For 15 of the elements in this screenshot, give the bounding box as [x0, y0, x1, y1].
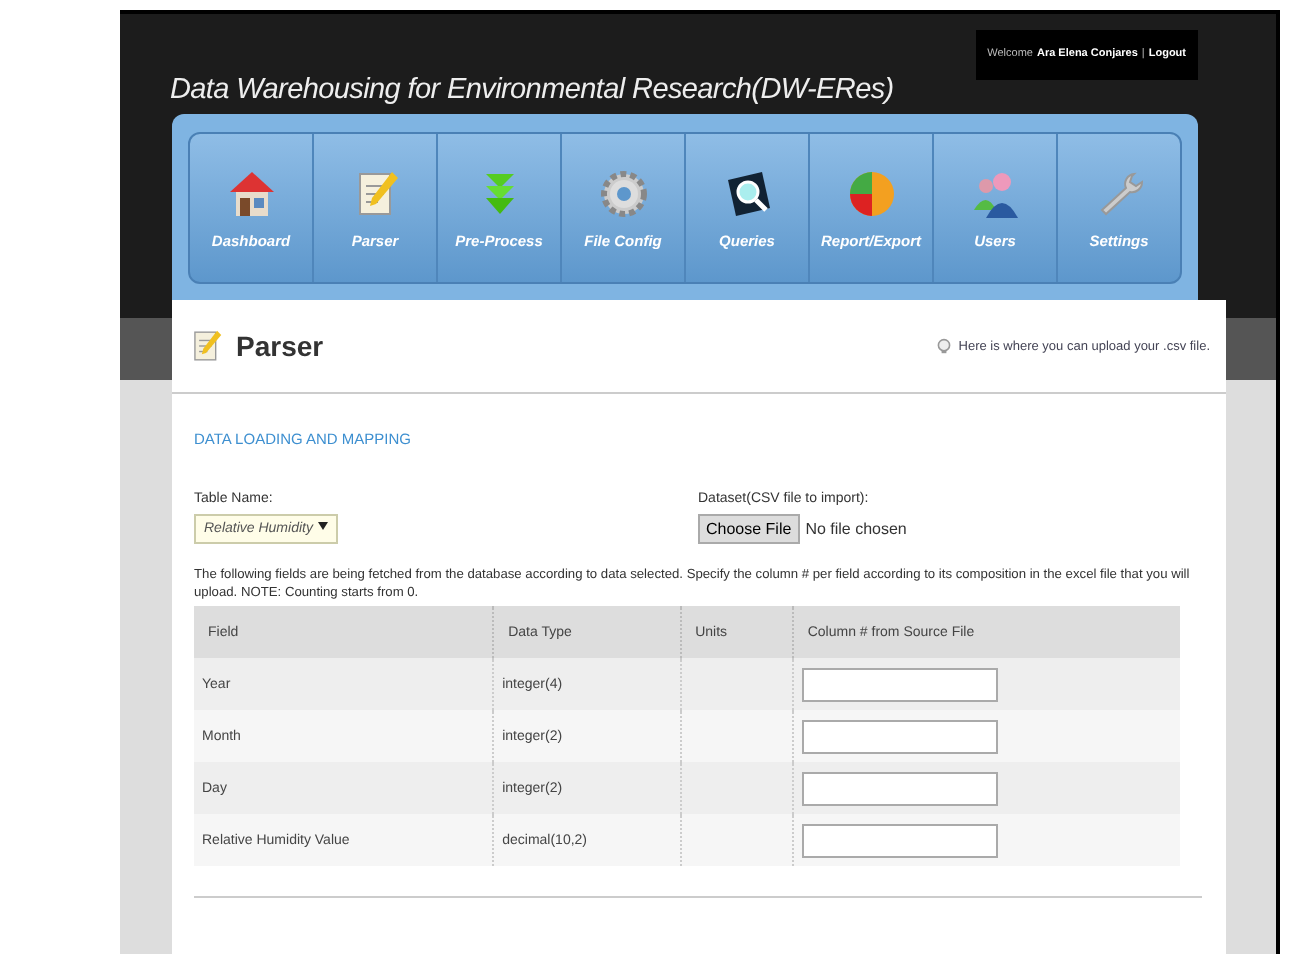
caret-icon — [318, 522, 328, 530]
bulb-icon — [936, 338, 953, 354]
site-title: Data Warehousing for Environmental Research(DW-ERes) — [170, 74, 894, 106]
gear-icon — [597, 167, 649, 219]
file-status: No file chosen — [805, 520, 907, 538]
choose-file-button[interactable]: Choose File — [698, 514, 800, 544]
column-input[interactable] — [801, 667, 998, 702]
column-input[interactable] — [801, 771, 998, 806]
page-title: Parser — [236, 330, 324, 362]
people-icon — [969, 167, 1021, 219]
notepad-icon — [188, 328, 224, 364]
column-input[interactable] — [801, 719, 998, 754]
column-input[interactable] — [801, 823, 998, 858]
house-icon — [225, 167, 277, 219]
pie-chart-icon — [845, 167, 897, 219]
